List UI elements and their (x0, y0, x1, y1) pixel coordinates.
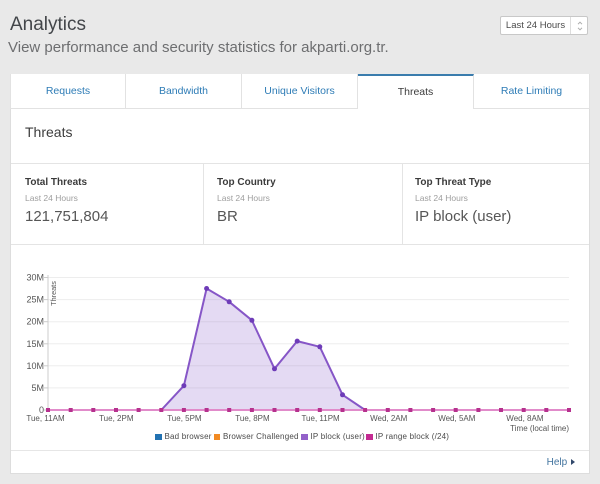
svg-text:10M: 10M (26, 361, 44, 371)
svg-text:Wed, 5AM: Wed, 5AM (438, 414, 476, 423)
svg-text:Tue, 2PM: Tue, 2PM (99, 414, 134, 423)
svg-text:5M: 5M (31, 383, 44, 393)
svg-text:Tue, 11AM: Tue, 11AM (26, 414, 65, 423)
svg-text:20M: 20M (26, 317, 44, 327)
svg-text:30M: 30M (26, 273, 44, 283)
svg-text:Wed, 2AM: Wed, 2AM (370, 414, 408, 423)
svg-text:Threats: Threats (49, 281, 58, 306)
svg-text:25M: 25M (26, 295, 44, 305)
svg-text:Wed, 8AM: Wed, 8AM (506, 414, 544, 423)
svg-text:Tue, 8PM: Tue, 8PM (235, 414, 270, 423)
svg-text:Tue, 11PM: Tue, 11PM (301, 414, 340, 423)
svg-text:Tue, 5PM: Tue, 5PM (167, 414, 202, 423)
svg-text:15M: 15M (26, 339, 44, 349)
svg-text:Time (local time): Time (local time) (510, 424, 569, 433)
